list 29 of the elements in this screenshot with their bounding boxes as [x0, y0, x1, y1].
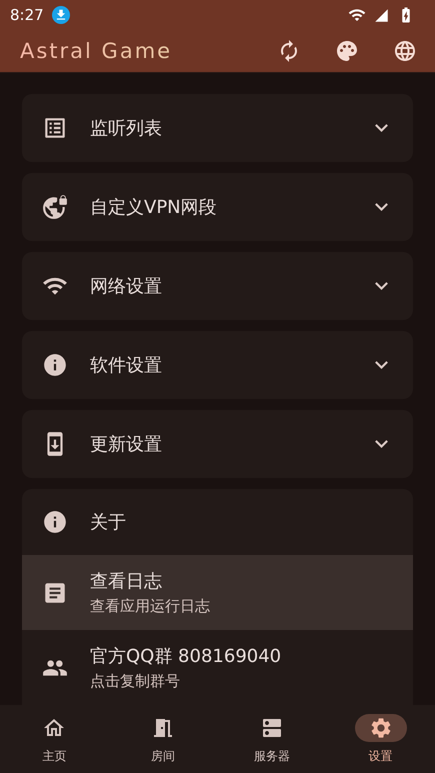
nav-icon	[368, 716, 393, 740]
row-subtitle: 查看应用运行日志	[90, 597, 210, 616]
status-time: 8:27	[10, 6, 44, 24]
settings-section[interactable]: 软件设置	[22, 331, 413, 399]
about-title: 关于	[90, 511, 127, 534]
nav-tab[interactable]: 服务器	[218, 705, 326, 773]
nav-tab[interactable]: 房间	[108, 705, 218, 773]
globe-icon[interactable]	[393, 39, 417, 63]
section-label: 网络设置	[90, 275, 163, 298]
settings-section[interactable]: 监听列表	[22, 94, 413, 162]
section-label: 监听列表	[90, 117, 163, 140]
palette-icon[interactable]	[335, 39, 359, 63]
nav-tab[interactable]: 主页	[0, 705, 109, 773]
signal-icon	[374, 8, 389, 22]
nav-tab[interactable]: 设置	[326, 705, 435, 773]
section-label: 更新设置	[90, 433, 163, 456]
row-title: 官方QQ群 808169040	[90, 645, 282, 668]
section-label: 自定义VPN网段	[90, 196, 218, 219]
about-row[interactable]: 查看日志 查看应用运行日志	[22, 555, 413, 630]
row-subtitle: 点击复制群号	[90, 672, 181, 691]
download-icon	[52, 6, 70, 24]
settings-section[interactable]: 更新设置	[22, 410, 413, 478]
section-label: 软件设置	[90, 354, 163, 377]
row-title: 查看日志	[90, 570, 163, 593]
section-icon	[42, 352, 68, 378]
settings-section[interactable]: 自定义VPN网段	[22, 173, 413, 241]
info-icon	[42, 509, 68, 535]
settings-section[interactable]: 网络设置	[22, 252, 413, 320]
section-icon	[42, 194, 68, 220]
